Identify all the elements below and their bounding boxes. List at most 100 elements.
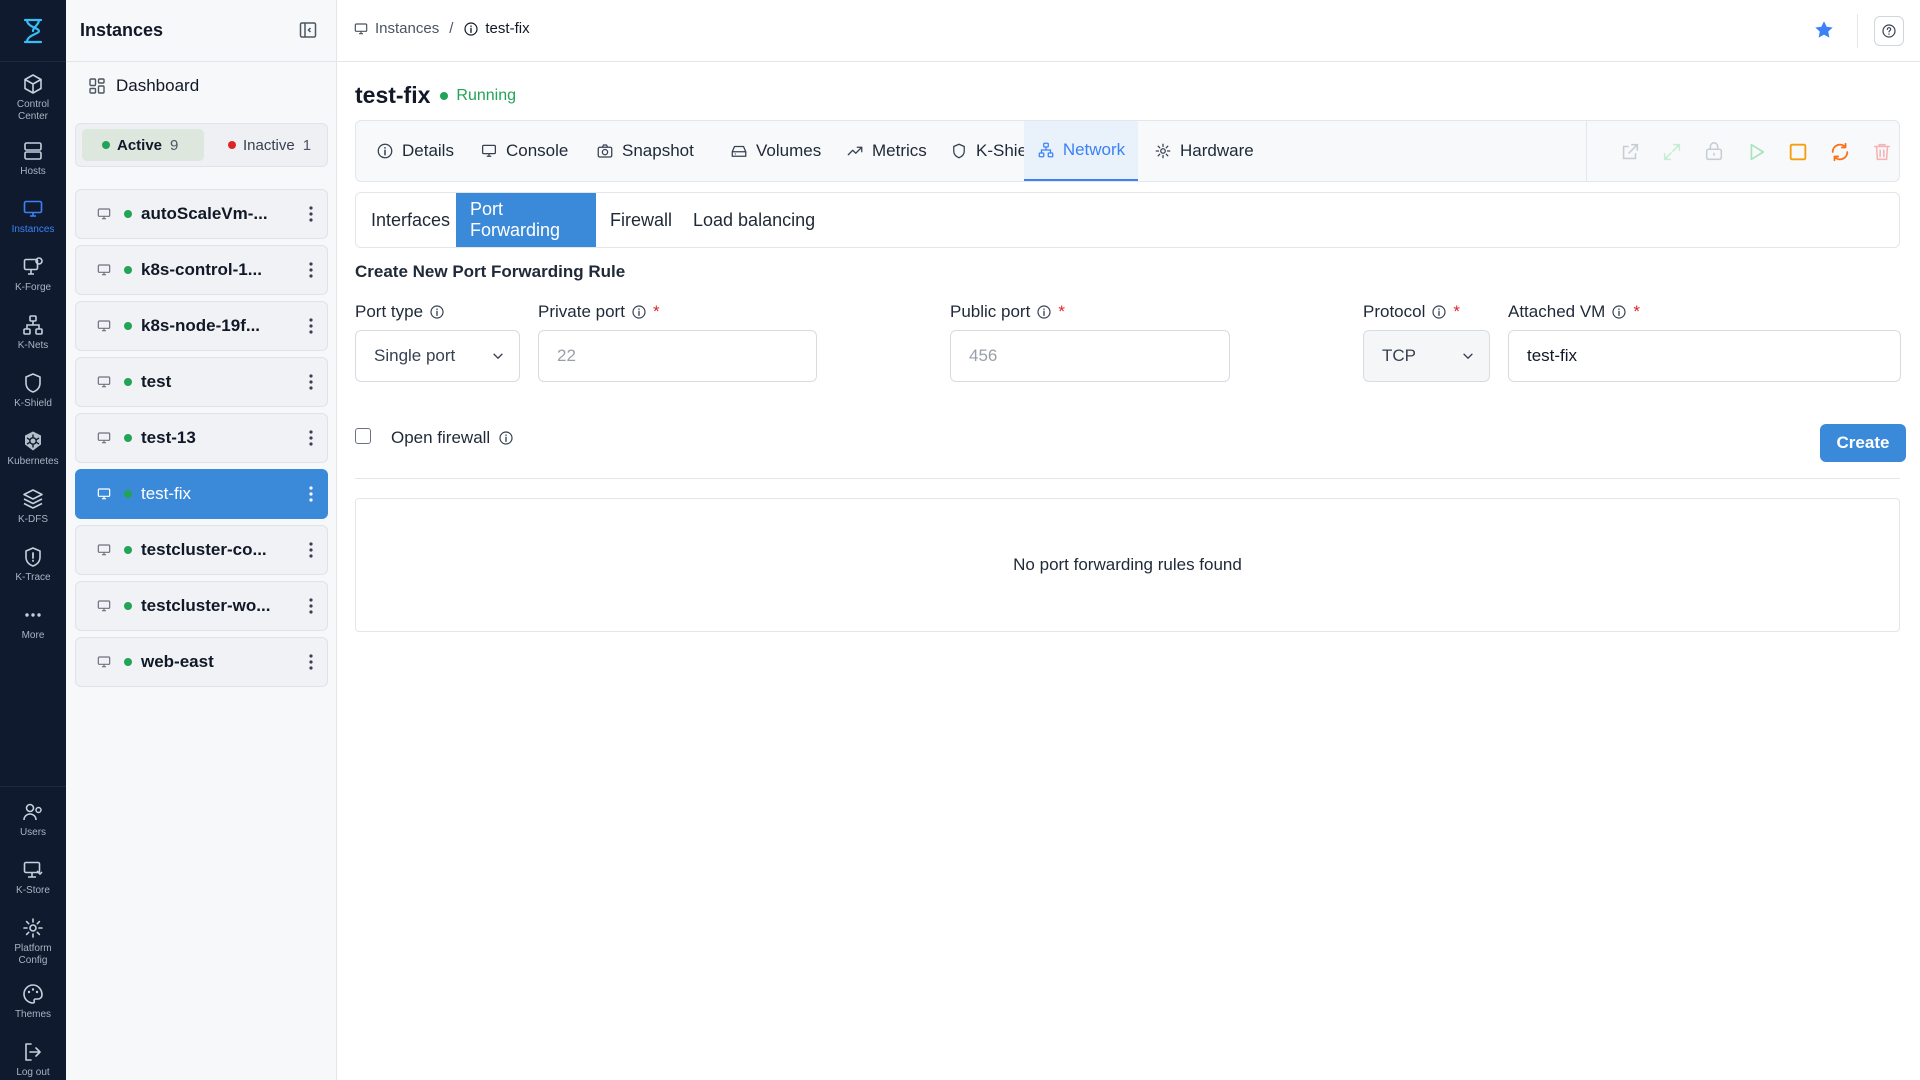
- tab-console[interactable]: Console: [480, 121, 580, 181]
- tab-details[interactable]: Details: [376, 121, 476, 181]
- kebab-menu-icon[interactable]: [309, 485, 313, 503]
- kebab-menu-icon[interactable]: [309, 317, 313, 335]
- rail-k-store[interactable]: K-Store: [0, 858, 66, 897]
- empty-message: No port forwarding rules found: [1013, 555, 1242, 574]
- rail-label: Log out: [16, 1067, 50, 1078]
- status-dot: [124, 266, 132, 274]
- breadcrumb-instances[interactable]: Instances: [375, 20, 439, 37]
- forge-icon: [23, 257, 43, 275]
- expand-icon[interactable]: [1661, 141, 1683, 163]
- chevron-down-icon: [493, 353, 503, 360]
- instance-item[interactable]: testcluster-wo...: [75, 581, 328, 631]
- vm-header: test-fix Running: [355, 82, 516, 109]
- subtab-interfaces[interactable]: Interfaces: [356, 193, 456, 247]
- rail-kubernetes[interactable]: Kubernetes: [0, 429, 66, 468]
- rail-k-dfs[interactable]: K-DFS: [0, 487, 66, 526]
- rail-log-out[interactable]: Log out: [0, 1040, 66, 1079]
- rail-themes[interactable]: Themes: [0, 982, 66, 1021]
- rail-hosts[interactable]: Hosts: [0, 139, 66, 178]
- attached-vm-input[interactable]: [1508, 330, 1901, 382]
- dashboard-link[interactable]: Dashboard: [88, 76, 199, 96]
- restart-icon[interactable]: [1829, 141, 1851, 163]
- info-icon[interactable]: [429, 304, 445, 320]
- instance-item[interactable]: autoScaleVm-...: [75, 189, 328, 239]
- rail-instances[interactable]: Instances: [0, 197, 66, 236]
- subtab-port-forwarding[interactable]: Port Forwarding: [456, 193, 596, 247]
- protocol-select[interactable]: TCP: [1363, 330, 1490, 382]
- rail-k-nets[interactable]: K-Nets: [0, 313, 66, 352]
- instance-item[interactable]: test-fix: [75, 469, 328, 519]
- rail-k-forge[interactable]: K-Forge: [0, 255, 66, 294]
- inactive-dot: [228, 141, 236, 149]
- info-icon[interactable]: [1611, 304, 1627, 320]
- form-divider: [355, 478, 1900, 479]
- help-button[interactable]: [1874, 16, 1904, 46]
- required-mark: *: [1633, 302, 1640, 321]
- status-dot: [124, 658, 132, 666]
- status-dot: [124, 490, 132, 498]
- port-type-select[interactable]: Single port: [355, 330, 520, 382]
- public-port-input[interactable]: [950, 330, 1230, 382]
- info-icon[interactable]: [1431, 304, 1447, 320]
- status-dot: [124, 602, 132, 610]
- open-external-icon[interactable]: [1619, 141, 1641, 163]
- instance-item[interactable]: web-east: [75, 637, 328, 687]
- kebab-menu-icon[interactable]: [309, 597, 313, 615]
- instance-item[interactable]: testcluster-co...: [75, 525, 328, 575]
- favorite-star-icon[interactable]: [1813, 19, 1835, 41]
- kebab-menu-icon[interactable]: [309, 653, 313, 671]
- rail-more[interactable]: More: [0, 603, 66, 642]
- app-logo[interactable]: [0, 0, 66, 62]
- info-icon[interactable]: [1036, 304, 1052, 320]
- tab-label: Network: [1062, 140, 1126, 159]
- tab-hardware[interactable]: Hardware: [1154, 121, 1264, 181]
- filter-inactive-button[interactable]: Inactive 1: [210, 129, 322, 161]
- instance-item[interactable]: k8s-control-1...: [75, 245, 328, 295]
- select-value: TCP: [1382, 346, 1416, 365]
- label-text: Private port: [538, 302, 625, 321]
- stop-square-icon[interactable]: [1787, 141, 1809, 163]
- kebab-menu-icon[interactable]: [309, 373, 313, 391]
- label-text: Public port: [950, 302, 1031, 321]
- tab-metrics[interactable]: Metrics: [846, 121, 946, 181]
- subtab-load-balancing[interactable]: Load balancing: [678, 193, 818, 247]
- kebab-menu-icon[interactable]: [309, 541, 313, 559]
- rail-platform-config[interactable]: Platform Config: [0, 916, 66, 967]
- kebab-menu-icon[interactable]: [309, 261, 313, 279]
- rail-label: Instances: [11, 224, 55, 235]
- filter-active-button[interactable]: Active 9: [82, 129, 204, 161]
- info-icon[interactable]: [498, 430, 514, 446]
- tab-snapshot[interactable]: Snapshot: [596, 121, 706, 181]
- monitor-icon: [97, 600, 111, 612]
- rail-k-trace[interactable]: K-Trace: [0, 545, 66, 584]
- info-icon[interactable]: [631, 304, 647, 320]
- subtab-firewall[interactable]: Firewall: [596, 193, 678, 247]
- kubernetes-icon: [25, 431, 41, 451]
- package-lock-icon[interactable]: [1703, 141, 1725, 163]
- tab-network[interactable]: Network: [1024, 121, 1138, 181]
- label-text: Attached VM: [1508, 302, 1606, 321]
- status-dot: [124, 378, 132, 386]
- private-port-input[interactable]: [538, 330, 817, 382]
- rail-control-center[interactable]: Control Center: [0, 72, 66, 123]
- required-mark: *: [1453, 302, 1460, 321]
- port-type-label: Port type: [355, 302, 445, 322]
- instance-item[interactable]: k8s-node-19f...: [75, 301, 328, 351]
- rail-label: Control Center: [16, 99, 50, 122]
- open-firewall-checkbox[interactable]: [355, 428, 371, 444]
- empty-state: No port forwarding rules found: [355, 498, 1900, 632]
- start-play-icon[interactable]: [1745, 141, 1767, 163]
- tab-volumes[interactable]: Volumes: [730, 121, 840, 181]
- rail-k-shield[interactable]: K-Shield: [0, 371, 66, 410]
- sidebar-collapse-icon[interactable]: [298, 20, 318, 40]
- kebab-menu-icon[interactable]: [309, 205, 313, 223]
- instance-item[interactable]: test-13: [75, 413, 328, 463]
- monitor-icon: [97, 320, 111, 332]
- rail-label: K-Shield: [14, 398, 52, 409]
- delete-trash-icon[interactable]: [1871, 141, 1893, 163]
- rail-users[interactable]: Users: [0, 800, 66, 839]
- panel-header: Instances: [66, 0, 337, 62]
- kebab-menu-icon[interactable]: [309, 429, 313, 447]
- instance-item[interactable]: test: [75, 357, 328, 407]
- create-button[interactable]: Create: [1820, 424, 1906, 462]
